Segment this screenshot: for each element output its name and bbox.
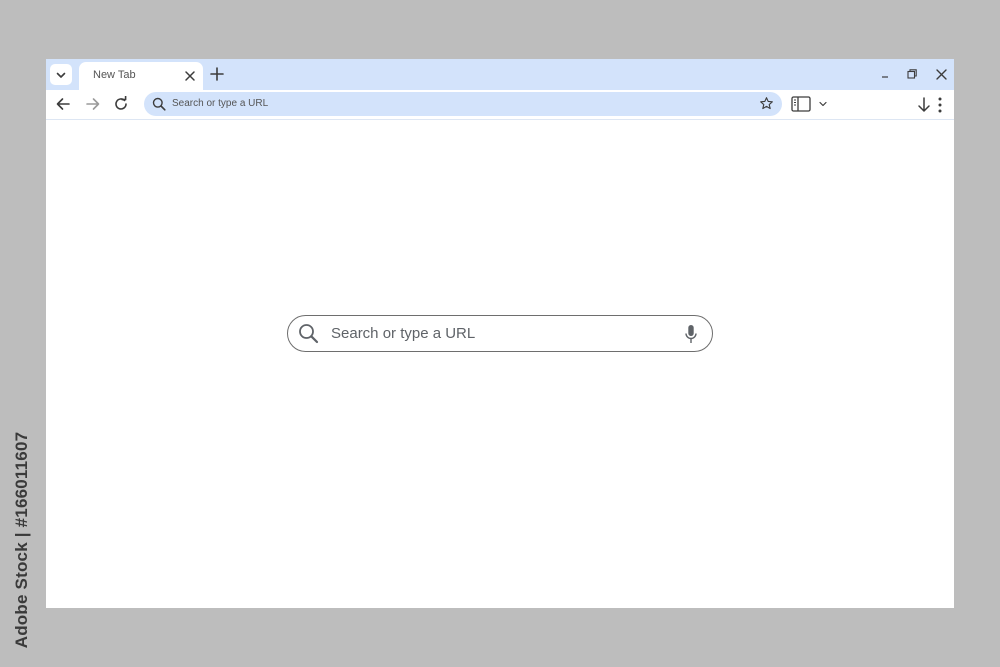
toolbar: Search or type a URL [46, 90, 954, 120]
address-bar[interactable]: Search or type a URL [144, 92, 782, 116]
star-icon[interactable] [759, 96, 774, 111]
tab-title: New Tab [93, 69, 136, 81]
forward-button[interactable] [85, 96, 101, 112]
close-icon [185, 71, 195, 81]
browser-window: New Tab Search or type a URL Search or t… [46, 59, 954, 608]
close-icon [935, 68, 947, 80]
tab-new-tab[interactable]: New Tab [79, 62, 203, 90]
address-bar-placeholder: Search or type a URL [172, 98, 269, 109]
arrow-left-icon [56, 98, 70, 110]
restore-button[interactable] [905, 67, 919, 81]
kebab-menu-icon[interactable] [936, 96, 944, 114]
ntp-search-box[interactable]: Search or type a URL [287, 315, 713, 352]
new-tab-page: Search or type a URL [46, 120, 954, 608]
chevron-down-icon [56, 72, 66, 78]
watermark-text: Adobe Stock | #166011607 [12, 431, 31, 649]
tab-close-button[interactable] [183, 69, 197, 83]
search-icon [152, 97, 166, 111]
ntp-search-placeholder: Search or type a URL [331, 325, 476, 342]
minimize-button[interactable] [878, 67, 892, 81]
minimize-icon [882, 76, 888, 78]
microphone-icon[interactable] [684, 324, 698, 344]
reload-button[interactable] [113, 96, 129, 112]
arrow-right-icon [86, 98, 100, 110]
tab-list-button[interactable] [50, 64, 72, 85]
reload-icon [115, 96, 127, 110]
tab-strip: New Tab [46, 59, 954, 90]
side-watermark: Adobe Stock | #166011607 [0, 0, 40, 667]
download-icon[interactable] [917, 97, 931, 113]
close-window-button[interactable] [934, 67, 948, 81]
new-tab-button[interactable] [209, 66, 225, 82]
search-icon [299, 324, 319, 344]
back-button[interactable] [55, 96, 71, 112]
chevron-down-icon[interactable] [818, 99, 828, 109]
restore-icon [907, 69, 917, 79]
plus-icon [210, 67, 224, 81]
side-panel-icon[interactable] [791, 96, 811, 112]
